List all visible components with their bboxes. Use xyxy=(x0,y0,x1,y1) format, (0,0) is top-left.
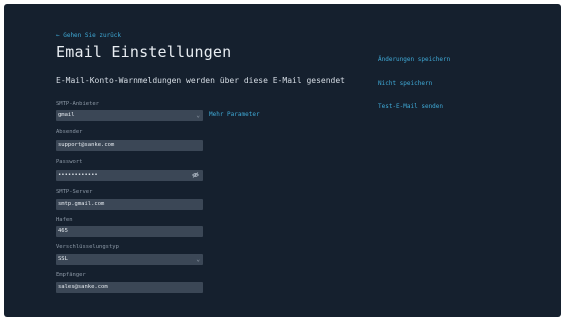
page-title: Email Einstellungen xyxy=(56,43,232,61)
settings-panel: ← Gehen Sie zurück Email Einstellungen E… xyxy=(4,4,561,317)
port-field[interactable]: 465 xyxy=(56,226,203,237)
password-value: •••••••••••• xyxy=(58,172,98,178)
chevron-down-icon: ⌄ xyxy=(196,256,200,263)
smtp-provider-label: SMTP-Anbieter xyxy=(56,101,100,107)
smtp-server-value: smtp.gmail.com xyxy=(58,201,105,207)
send-test-email-button[interactable]: Test-E-Mail senden xyxy=(378,103,443,110)
dont-save-button[interactable]: Nicht speichern xyxy=(378,80,432,87)
port-label: Hafen xyxy=(56,217,73,223)
password-field[interactable]: •••••••••••• xyxy=(56,170,203,181)
recipient-label: Empfänger xyxy=(56,272,86,278)
smtp-provider-value: gmail xyxy=(58,112,75,118)
sender-value: support@sanke.com xyxy=(58,142,115,148)
smtp-server-label: SMTP-Server xyxy=(56,189,93,195)
smtp-server-field[interactable]: smtp.gmail.com xyxy=(56,199,203,210)
recipient-field[interactable]: sales@sanke.com xyxy=(56,282,203,293)
encryption-select[interactable]: SSL ⌄ xyxy=(56,254,203,265)
smtp-provider-select[interactable]: gmail ⌄ xyxy=(56,110,203,121)
save-changes-button[interactable]: Änderungen speichern xyxy=(378,56,450,63)
password-label: Passwort xyxy=(56,159,83,165)
chevron-down-icon: ⌄ xyxy=(196,112,200,119)
recipient-value: sales@sanke.com xyxy=(58,284,108,290)
back-link[interactable]: ← Gehen Sie zurück xyxy=(56,32,121,39)
page-subtitle: E-Mail-Konto-Warnmeldungen werden über d… xyxy=(56,76,345,85)
sender-field[interactable]: support@sanke.com xyxy=(56,140,203,151)
encryption-value: SSL xyxy=(58,256,68,262)
sender-label: Absender xyxy=(56,129,83,135)
port-value: 465 xyxy=(58,228,68,234)
encryption-label: Verschlüsselungstyp xyxy=(56,244,119,250)
eye-off-icon[interactable] xyxy=(192,172,199,178)
more-params-link[interactable]: Mehr Parameter xyxy=(209,111,260,118)
